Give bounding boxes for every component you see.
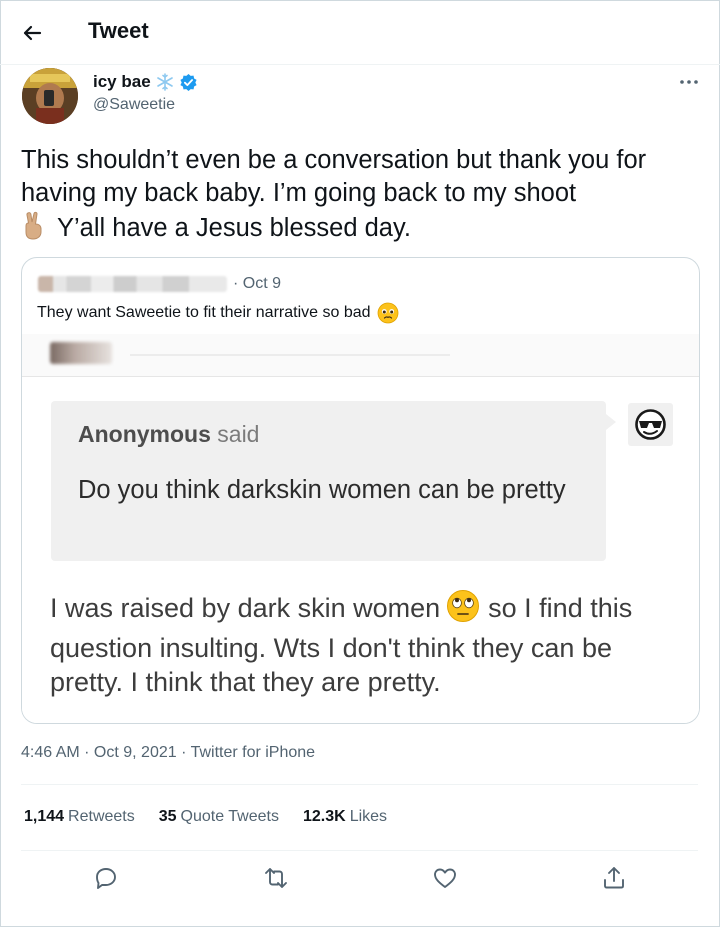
answer-text: I was raised by dark skin women so I fin… <box>50 589 670 699</box>
media-divider-line <box>130 354 450 356</box>
reply-icon <box>96 868 116 889</box>
page-title: Tweet <box>88 18 149 43</box>
bubble-tail <box>606 414 616 430</box>
anonymous-avatar <box>628 403 673 446</box>
media-top-strip <box>22 334 699 376</box>
tweet-text-line2: Y’all have a Jesus blessed day. <box>57 214 411 242</box>
answer-part1: I was raised by dark skin women <box>50 593 441 623</box>
arrow-left-icon <box>23 25 42 41</box>
top-bar: Tweet <box>0 0 720 65</box>
likes-label: Likes <box>349 808 388 825</box>
like-icon <box>434 868 456 888</box>
quote-text-row: They want Saweetie to fit their narrativ… <box>37 302 399 324</box>
retweet-icon <box>265 868 287 888</box>
quote-header: · Oct 9 <box>38 274 281 294</box>
victory-hand-icon <box>21 210 47 249</box>
share-button[interactable] <box>600 864 628 892</box>
asker-name: Anonymous <box>78 421 211 447</box>
divider <box>21 850 698 851</box>
verified-badge-icon <box>180 73 197 91</box>
share-icon <box>604 867 624 889</box>
likes-count: 12.3K <box>302 808 346 825</box>
quote-author-redacted <box>38 276 227 292</box>
tweet-text: This shouldn’t even be a conversation bu… <box>21 144 691 249</box>
more-dots-icon <box>680 80 698 84</box>
quote-date: · Oct 9 <box>233 275 282 292</box>
author-handle[interactable]: @Saweetie <box>93 96 175 114</box>
question-text: Do you think darkskin women can be prett… <box>78 476 566 504</box>
quote-tweet-card[interactable]: · Oct 9 They want Saweetie to fit their … <box>21 257 700 724</box>
quote-tweets-label: Quote Tweets <box>180 808 279 825</box>
retweet-button[interactable] <box>262 864 290 892</box>
quote-media-image[interactable]: Anonymous said Do you think darkskin wom… <box>22 334 699 723</box>
retweets-count: 1,144 <box>24 808 65 825</box>
avatar[interactable] <box>22 68 78 124</box>
quote-text: They want Saweetie to fit their narrativ… <box>37 304 371 321</box>
tweet-text-line1: This shouldn’t even be a conversation bu… <box>21 146 647 207</box>
tweet-timestamp[interactable]: 4:46 AM · Oct 9, 2021 · Twitter for iPho… <box>21 744 315 762</box>
author-name[interactable]: icy bae <box>93 72 151 92</box>
asker-label: Anonymous said <box>78 421 259 448</box>
back-button[interactable] <box>18 18 48 48</box>
media-divider <box>22 376 699 377</box>
quote-tweets-count: 35 <box>158 808 177 825</box>
author-name-row[interactable]: icy bae <box>93 72 198 92</box>
asker-suffix: said <box>210 421 260 447</box>
anonymous-question-bubble: Anonymous said Do you think darkskin wom… <box>51 401 606 561</box>
pleading-face-icon <box>377 302 398 324</box>
retweets-stat[interactable]: 1,144 Retweets <box>24 808 135 826</box>
more-options-button[interactable] <box>676 72 702 92</box>
quote-tweets-stat[interactable]: 35 Quote Tweets <box>159 808 279 826</box>
engagement-stats: 1,144 Retweets 35 Quote Tweets 12.3K Likes <box>24 808 387 826</box>
reply-button[interactable] <box>92 864 120 892</box>
like-button[interactable] <box>431 864 459 892</box>
media-cropped-photo <box>50 342 112 364</box>
likes-stat[interactable]: 12.3K Likes <box>303 808 387 826</box>
sunglasses-face-icon <box>635 409 666 440</box>
snowflake-icon <box>156 73 173 91</box>
eye-roll-face-icon <box>446 589 480 631</box>
divider <box>21 784 698 785</box>
retweets-label: Retweets <box>68 808 135 825</box>
